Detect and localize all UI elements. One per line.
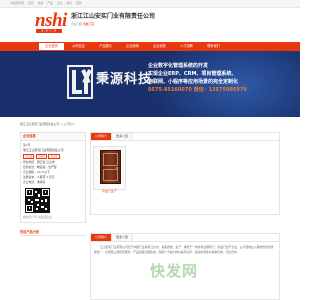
- nav-home[interactable]: 企业首页: [38, 42, 65, 51]
- qr-caption: 微信扫一扫 关注该企业: [23, 214, 52, 219]
- intro-tab-company[interactable]: 公司简介: [91, 234, 113, 241]
- info-phone: 企业电话：未填写: [23, 179, 46, 184]
- products-tabs: 公司简介 更多介绍: [91, 133, 134, 140]
- wechat-qr-code: [25, 187, 50, 213]
- nav-jobs[interactable]: 人才招聘: [173, 42, 200, 51]
- ad-banner[interactable]: 秉源科技 企业数字化管理系统的开发 实现企业ERP、CRM、项目管理系统、 物联…: [0, 51, 300, 117]
- tabs-divider: [90, 140, 280, 141]
- top-link-jobs[interactable]: 招聘: [76, 1, 82, 6]
- nav-contact[interactable]: 联系我们: [200, 42, 227, 51]
- nav-company-info[interactable]: 公司信息: [65, 42, 92, 51]
- favorite-store-link[interactable]: 收藏门店: [83, 22, 94, 26]
- door-product-image: [100, 150, 121, 184]
- breadcrumb-current: 公司简介: [63, 122, 75, 126]
- product-card[interactable]: [93, 146, 126, 190]
- main-nav: 企业首页 公司信息 产品展示 企业新闻 企业资质 人才招聘 联系我们: [38, 42, 227, 51]
- nav-news[interactable]: 企业新闻: [119, 42, 146, 51]
- watermark-text: 快发网: [150, 262, 199, 280]
- nav-products[interactable]: 产品展示: [92, 42, 119, 51]
- banner-brand: 秉源科技: [96, 72, 153, 87]
- product-name[interactable]: 防盗门生产: [93, 189, 126, 194]
- company-info-panel: 企业信息 第1年 浙江江山安实门业有限责任公司 已认证 已核实 未认证 所在地区…: [20, 132, 86, 223]
- tag-verified: 已认证: [23, 153, 35, 159]
- meta-label: 企业门店: [71, 22, 83, 26]
- logo-wordmark: nshi: [35, 10, 67, 31]
- company-name: 浙江江山安实门业有限责任公司: [71, 13, 156, 20]
- company-meta: 企业门店 收藏门店: [71, 22, 94, 27]
- breadcrumb: 浙江江山安实门业有限责任公司 > 公司简介: [20, 122, 75, 127]
- intro-divider: [90, 241, 280, 242]
- banner-phone: 0575-85160070 微信：13575095979: [148, 87, 247, 93]
- tag-checked: 已核实: [35, 153, 47, 159]
- banner-line-1: 企业数字化管理系统的开发: [148, 63, 209, 69]
- tab-more-intro[interactable]: 更多介绍: [112, 133, 134, 140]
- banner-line-2: 实现企业ERP、CRM、项目管理系统、: [148, 71, 237, 77]
- sidebar-title: 企业信息: [21, 133, 85, 141]
- top-link-products[interactable]: 产品: [47, 1, 53, 6]
- logo-subtitle: 安 实 门 业: [36, 29, 62, 33]
- intro-tabs: 公司简介 更多介绍: [91, 234, 134, 241]
- top-links: 中国安防网 首页 供求 产品 企业 资讯 招聘: [10, 1, 82, 6]
- sidebar: 企业信息 第1年 浙江江山安实门业有限责任公司 已认证 已核实 未认证 所在地区…: [20, 132, 86, 236]
- top-link-news[interactable]: 资讯: [66, 1, 72, 6]
- breadcrumb-home[interactable]: 浙江江山安实门业有限责任公司: [20, 122, 59, 126]
- tab-company-intro[interactable]: 公司简介: [91, 133, 113, 140]
- top-link-companies[interactable]: 企业: [57, 1, 63, 6]
- ly-logo-icon: [67, 65, 93, 99]
- top-link-home[interactable]: 首页: [28, 1, 34, 6]
- sidebar-company-name[interactable]: 浙江江山安实门业有限责任公司: [23, 148, 83, 153]
- top-link-site[interactable]: 中国安防网: [10, 1, 24, 6]
- top-link-supply[interactable]: 供求: [38, 1, 44, 6]
- tag-unverified: 未认证: [48, 153, 60, 159]
- cert-tags: 已认证 已核实 未认证: [23, 153, 83, 159]
- intro-tab-more[interactable]: 更多介绍: [112, 234, 134, 241]
- banner-line-3: 物联网、小程序等应用场景的完全定制化: [148, 79, 239, 85]
- banner-text: 企业数字化管理系统的开发 实现企业ERP、CRM、项目管理系统、 物联网、小程序…: [148, 62, 298, 94]
- category-title: 供应产品分类: [20, 230, 86, 236]
- nav-credentials[interactable]: 企业资质: [146, 42, 173, 51]
- company-intro-text: 江山安实门业有限公司位于中国门业基地江山市，是集研发、生产、销售于一体的专业钢质…: [94, 245, 274, 254]
- company-logo[interactable]: nshi 安 实 门 业: [35, 11, 69, 35]
